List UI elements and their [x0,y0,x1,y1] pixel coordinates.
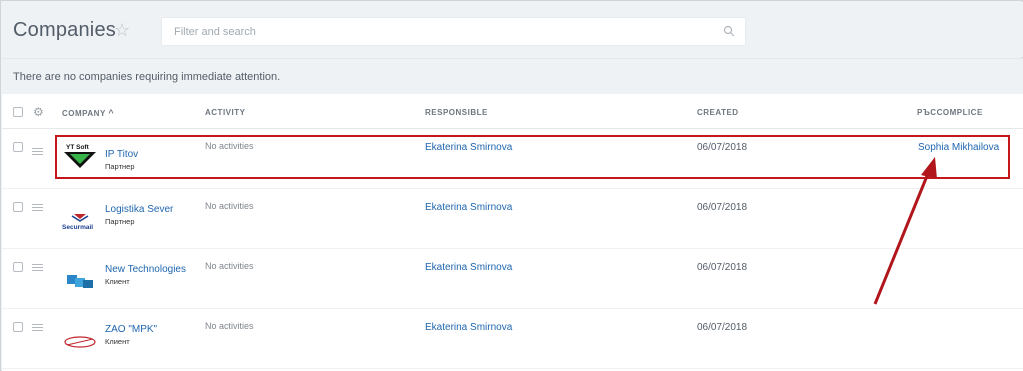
annotation-arrow [873,157,937,305]
page-frame: Companies ☆ Filter and search There are … [0,0,1023,371]
